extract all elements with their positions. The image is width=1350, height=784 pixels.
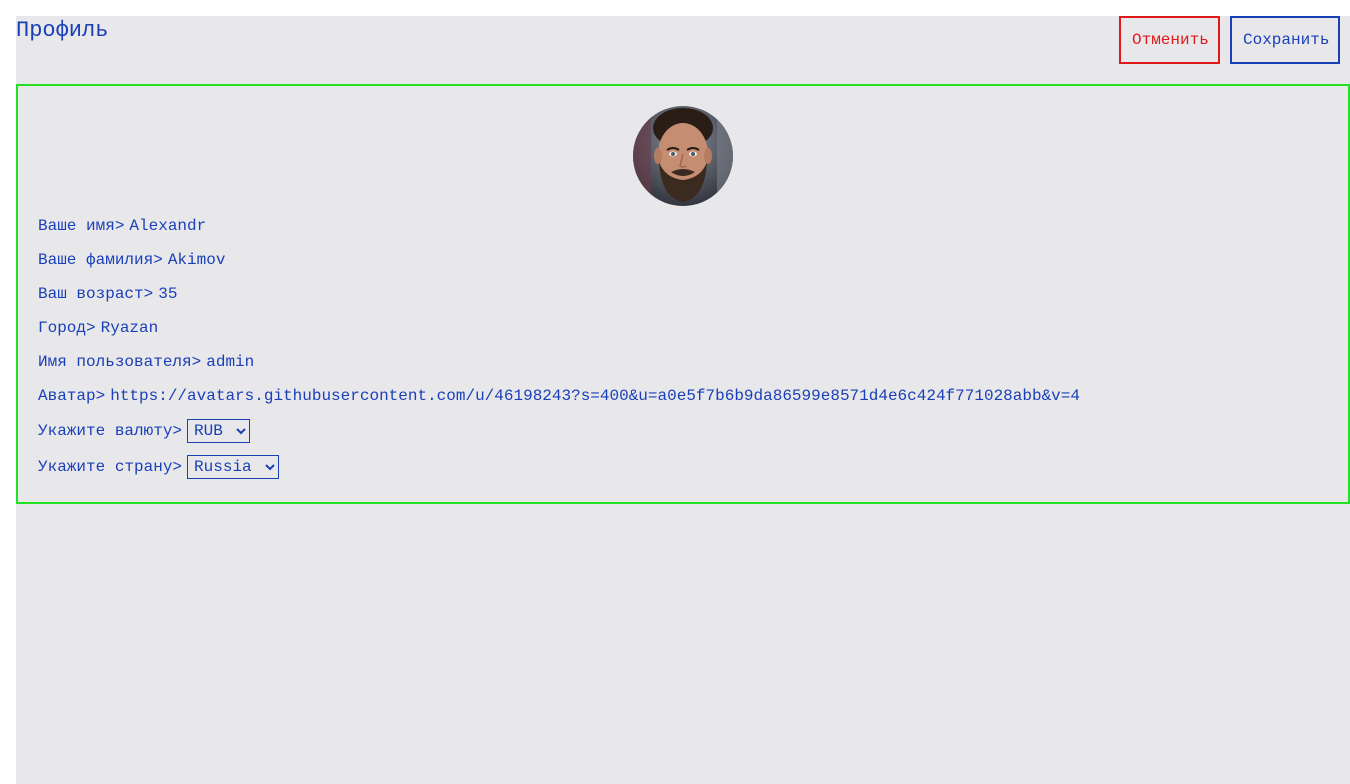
username-value[interactable]: admin (206, 353, 254, 371)
last-name-row: Ваше фамилия> Akimov (38, 250, 225, 270)
first-name-label: Ваше имя> (38, 217, 125, 235)
age-row: Ваш возраст> 35 (38, 284, 177, 304)
avatar-label: Аватар> (38, 387, 106, 405)
age-label: Ваш возраст> (38, 285, 154, 303)
country-select[interactable]: Russia (187, 455, 280, 479)
profile-header: Профиль Отменить Сохранить (16, 16, 1350, 84)
currency-select[interactable]: RUB (187, 419, 251, 443)
age-value[interactable]: 35 (158, 285, 177, 303)
avatar-image (633, 106, 733, 206)
avatar-url-value[interactable]: https://avatars.githubusercontent.com/u/… (110, 387, 1080, 405)
city-value[interactable]: Ryazan (101, 319, 159, 337)
country-label: Укажите страну> (38, 458, 183, 477)
last-name-value[interactable]: Akimov (168, 251, 226, 269)
first-name-value[interactable]: Alexandr (129, 217, 206, 235)
save-button[interactable]: Сохранить (1230, 16, 1340, 64)
username-row: Имя пользователя> admin (38, 352, 254, 372)
currency-label: Укажите валюту> (38, 422, 183, 441)
profile-card: Ваше имя> Alexandr Ваше фамилия> Akimov Ва… (16, 84, 1350, 504)
country-row: Укажите страну> Russia (38, 455, 280, 479)
username-label: Имя пользователя> (38, 353, 202, 371)
currency-row: Укажите валюту> RUB (38, 419, 251, 443)
city-label: Город> (38, 319, 96, 337)
page-title: Профиль (16, 18, 109, 43)
last-name-label: Ваше фамилия> (38, 251, 163, 269)
profile-page: Профиль Отменить Сохранить Ваше имя> Ale… (16, 16, 1350, 784)
first-name-row: Ваше имя> Alexandr (38, 216, 206, 236)
cancel-button[interactable]: Отменить (1119, 16, 1220, 64)
city-row: Город> Ryazan (38, 318, 158, 338)
avatar (633, 106, 733, 206)
avatar-row: Аватар> https://avatars.githubusercontent… (38, 386, 1080, 406)
